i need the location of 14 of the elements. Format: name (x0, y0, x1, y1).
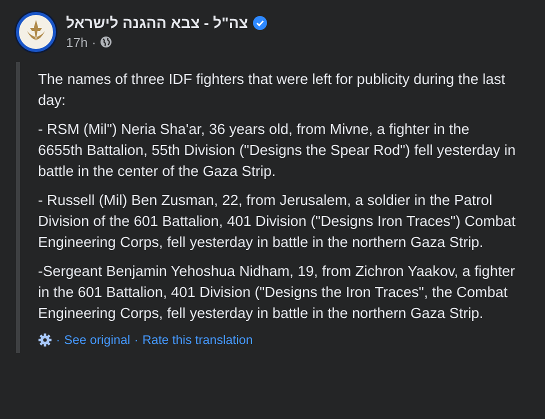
separator-dot: · (56, 333, 60, 347)
translation-link[interactable]: See original (64, 333, 130, 347)
globe-icon (100, 36, 112, 48)
gear-icon[interactable] (38, 333, 52, 347)
avatar[interactable] (16, 12, 56, 52)
post-time[interactable]: 17h (66, 34, 88, 50)
author-name[interactable]: צה"ל - צבא ההגנה לישראל (66, 14, 248, 32)
post-paragraph: - RSM (Mil") Neria Sha'ar, 36 years old, from Mivne, a fighter in the 6655th Battalion, 55th Division ("Designs the Spear Rod") fell yesterday in battle in the center of the Gaza Strip. (38, 121, 517, 182)
separator-dot: · (92, 34, 96, 50)
separator-dot: · (134, 333, 138, 347)
post-paragraph: -Sergeant Benjamin Yehoshua Nidham, 19, from Zichron Yaakov, a fighter in the 601 Battalion, 401 Division ("Designs the Iron Traces", the Combat Engineering Corps, fell yesterday in battle in the northern Gaza Strip. (38, 263, 516, 324)
post-paragraph: - Russell (Mil) Ben Zusman, 22, from Jerusalem, a soldier in the Patrol Division of the 601 Battalion, 401 Division ("Designs Iron Traces") Combat Engineering Corps, fell yesterday in battle in the northern Gaza Strip. (38, 192, 517, 253)
translation-link[interactable]: Rate this translation (142, 333, 253, 347)
post-paragraph: The names of three IDF fighters that were left for publicity during the last day: (38, 71, 506, 111)
